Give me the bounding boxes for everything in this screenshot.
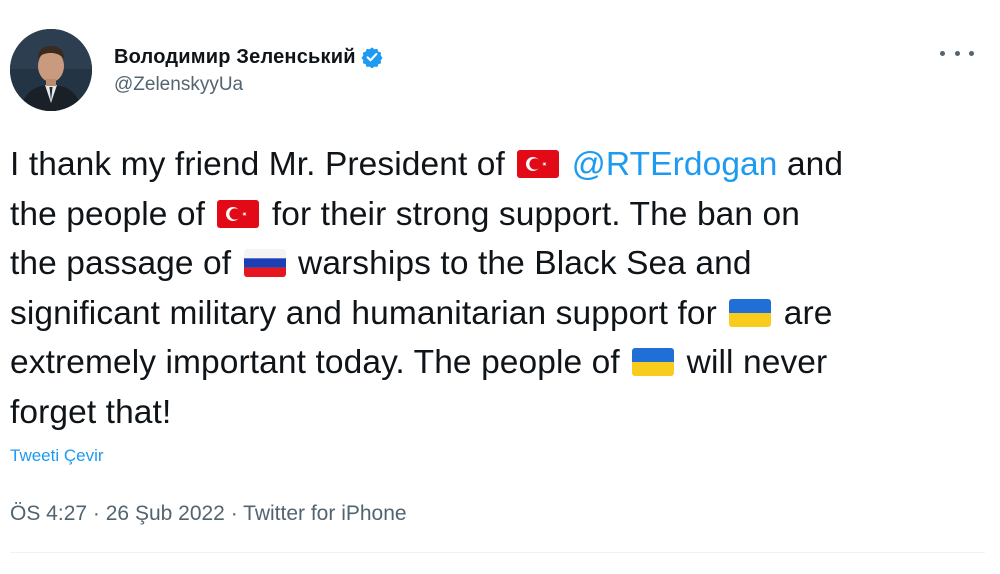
translate-tweet-link[interactable]: Tweeti Çevir [10,446,104,466]
user-handle[interactable]: @ZelenskyyUa [114,74,383,96]
turkey-flag-icon [217,199,260,228]
divider [10,552,985,553]
tweet-text-segment: significant military and humanitarian su… [10,294,717,332]
mention-link[interactable]: @RTErdogan [572,146,778,183]
ukraine-flag-icon [632,348,675,376]
tweet-text-segment: will never [686,344,828,381]
verified-badge-icon [361,47,383,68]
tweet-text-segment: I thank my friend Mr. President of [10,146,505,183]
turkey-flag-icon [517,150,560,178]
tweet-text-segment: extremely important today. The people of [10,344,620,381]
tweet-text-segment: and [786,146,844,183]
tweet-source[interactable]: Twitter for iPhone [243,502,406,525]
tweet-text-segment: forget that! [10,393,172,431]
meta-separator: · [92,502,100,525]
tweet-meta: ÖS 4:27 · 26 Şub 2022 · Twitter for iPho… [10,502,407,526]
tweet-text-segment: warships to the Black Sea and [298,245,752,282]
tweet-text-segment: are [783,294,833,332]
meta-separator: · [230,502,238,525]
tweet-text-segment: the passage of [10,245,232,282]
tweet-date[interactable]: 26 Şub 2022 [106,502,225,525]
display-name[interactable]: Володимир Зеленський [114,46,356,69]
more-options-icon[interactable] [940,43,974,63]
author-names: Володимир Зеленський @ZelenskyyUa [114,43,383,96]
tweet-text: I thank my friend Mr. President of @RTEr… [10,140,985,437]
tweet-header: Володимир Зеленський @ZelenskyyUa [10,25,990,115]
tweet-time[interactable]: ÖS 4:27 [10,502,87,525]
tweet-text-segment: the people of [10,195,206,233]
russia-flag-icon [243,249,286,277]
avatar[interactable] [10,29,92,111]
tweet-text-segment: for their strong support. The ban on [271,195,801,233]
ukraine-flag-icon [729,298,772,327]
